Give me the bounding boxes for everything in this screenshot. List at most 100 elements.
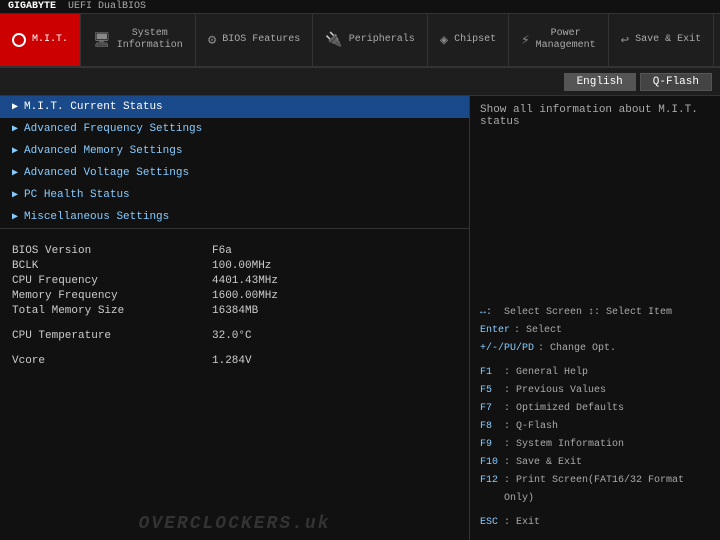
key-desc-10: : Print Screen(FAT16/32 Format Only) [504, 472, 710, 508]
chipset-icon: ◈ [440, 32, 448, 49]
key-row-6: F7: Optimized Defaults [480, 400, 710, 418]
main-content: ▶ M.I.T. Current Status ▶ Advanced Frequenc… [0, 96, 720, 540]
key-name-9: F10 [480, 454, 500, 472]
info-spacer-5 [12, 320, 457, 330]
key-row-10: F12: Print Screen(FAT16/32 Format Only) [480, 472, 710, 508]
tab-chipset[interactable]: ◈ Chipset [428, 14, 509, 66]
menu-item-2[interactable]: ▶ Advanced Memory Settings [0, 140, 469, 162]
key-help: ↔:Select Screen ↕: Select ItemEnter: Sel… [480, 304, 710, 532]
watermark: OVERCLOCKERS.uk [0, 510, 469, 540]
menu-item-label: PC Health Status [24, 189, 130, 201]
key-name-6: F7 [480, 400, 500, 418]
save-icon: ↩ [621, 32, 629, 49]
bios-label: UEFI DualBIOS [68, 1, 146, 12]
tab-mit-label: M.I.T. [32, 34, 68, 46]
info-value-4: 16384MB [212, 305, 258, 317]
key-desc-12: : Exit [504, 514, 540, 532]
tab-save-label: Save & Exit [635, 34, 701, 46]
key-desc-4: : General Help [504, 364, 588, 382]
lang-bar: English Q-Flash [0, 68, 720, 96]
key-desc-5: : Previous Values [504, 382, 606, 400]
menu-arrow-icon: ▶ [12, 167, 18, 179]
info-row-8: Vcore1.284V [12, 355, 457, 367]
peripherals-icon: 🔌 [325, 32, 342, 49]
tab-bios-features-label: BIOS Features [222, 34, 300, 46]
info-row-1: BCLK100.00MHz [12, 260, 457, 272]
top-bar: GIGABYTE UEFI DualBIOS [0, 0, 720, 14]
info-spacer-7 [12, 345, 457, 355]
menu-item-3[interactable]: ▶Advanced Voltage Settings [0, 162, 469, 184]
info-row-0: BIOS VersionF6a [12, 245, 457, 257]
info-value-1: 100.00MHz [212, 260, 271, 272]
key-row-9: F10: Save & Exit [480, 454, 710, 472]
key-desc-1: : Select [514, 322, 562, 340]
menu-list: ▶ M.I.T. Current Status ▶ Advanced Frequenc… [0, 96, 469, 229]
menu-item-0[interactable]: ▶ M.I.T. Current Status [0, 96, 469, 118]
tab-bios-features[interactable]: ⚙ BIOS Features [196, 14, 313, 66]
tab-peripherals[interactable]: 🔌 Peripherals [313, 14, 427, 66]
power-icon: ⚡ [521, 32, 529, 49]
menu-item-5[interactable]: ▶ Miscellaneous Settings [0, 206, 469, 228]
menu-arrow-icon: ▶ [12, 189, 18, 201]
right-panel: Show all information about M.I.T. status… [470, 96, 720, 540]
key-name-4: F1 [480, 364, 500, 382]
key-row-4: F1: General Help [480, 364, 710, 382]
key-desc-8: : System Information [504, 436, 624, 454]
menu-item-label: Advanced Frequency Settings [24, 123, 202, 135]
key-name-8: F9 [480, 436, 500, 454]
key-desc-0: Select Screen ↕: Select Item [504, 304, 672, 322]
key-name-10: F12 [480, 472, 500, 508]
mit-icon [12, 33, 26, 47]
menu-arrow-icon: ▶ [12, 123, 18, 135]
menu-item-1[interactable]: ▶ Advanced Frequency Settings [0, 118, 469, 140]
key-name-1: Enter [480, 322, 510, 340]
tab-save-exit[interactable]: ↩ Save & Exit [609, 14, 714, 66]
menu-arrow-icon: ▶ [12, 101, 18, 113]
key-name-7: F8 [480, 418, 500, 436]
key-row-12: ESC: Exit [480, 514, 710, 532]
menu-item-label: Advanced Memory Settings [24, 145, 182, 157]
tab-mit[interactable]: M.I.T. [0, 14, 81, 66]
bios-features-icon: ⚙ [208, 32, 216, 49]
key-name-5: F5 [480, 382, 500, 400]
key-row-8: F9: System Information [480, 436, 710, 454]
tab-system-info-label: SystemInformation [117, 28, 183, 52]
info-label-6: CPU Temperature [12, 330, 212, 342]
key-name-12: ESC [480, 514, 500, 532]
key-row-5: F5: Previous Values [480, 382, 710, 400]
menu-item-label: M.I.T. Current Status [24, 101, 163, 113]
tab-peripherals-label: Peripherals [349, 34, 415, 46]
info-value-0: F6a [212, 245, 232, 257]
key-row-0: ↔:Select Screen ↕: Select Item [480, 304, 710, 322]
key-desc-6: : Optimized Defaults [504, 400, 624, 418]
menu-item-4[interactable]: ▶ PC Health Status [0, 184, 469, 206]
info-label-3: Memory Frequency [12, 290, 212, 302]
tab-system-information[interactable]: 🖥 SystemInformation [81, 14, 196, 66]
info-label-8: Vcore [12, 355, 212, 367]
info-label-0: BIOS Version [12, 245, 212, 257]
key-row-2: +/-/PU/PD: Change Opt. [480, 340, 710, 358]
key-row-7: F8: Q-Flash [480, 418, 710, 436]
tab-power-management[interactable]: ⚡ PowerManagement [509, 14, 608, 66]
menu-arrow-icon: ▶ [12, 211, 18, 223]
key-desc-7: : Q-Flash [504, 418, 558, 436]
english-button[interactable]: English [564, 73, 636, 91]
info-row-6: CPU Temperature32.0°C [12, 330, 457, 342]
key-name-2: +/-/PU/PD [480, 340, 534, 358]
info-value-3: 1600.00MHz [212, 290, 278, 302]
info-row-2: CPU Frequency4401.43MHz [12, 275, 457, 287]
info-table: BIOS VersionF6a BCLK100.00MHz CPU Frequenc… [0, 229, 469, 510]
info-row-3: Memory Frequency1600.00MHz [12, 290, 457, 302]
tab-chipset-label: Chipset [454, 34, 496, 46]
info-label-4: Total Memory Size [12, 305, 212, 317]
info-row-4: Total Memory Size16384MB [12, 305, 457, 317]
key-name-0: ↔: [480, 304, 500, 322]
info-value-2: 4401.43MHz [212, 275, 278, 287]
key-row-1: Enter: Select [480, 322, 710, 340]
menu-item-label: Miscellaneous Settings [24, 211, 169, 223]
info-value-8: 1.284V [212, 355, 252, 367]
hint-text: Show all information about M.I.T. status [480, 104, 710, 128]
menu-arrow-icon: ▶ [12, 145, 18, 157]
qflash-button[interactable]: Q-Flash [640, 73, 712, 91]
system-info-icon: 🖥 [93, 32, 111, 49]
